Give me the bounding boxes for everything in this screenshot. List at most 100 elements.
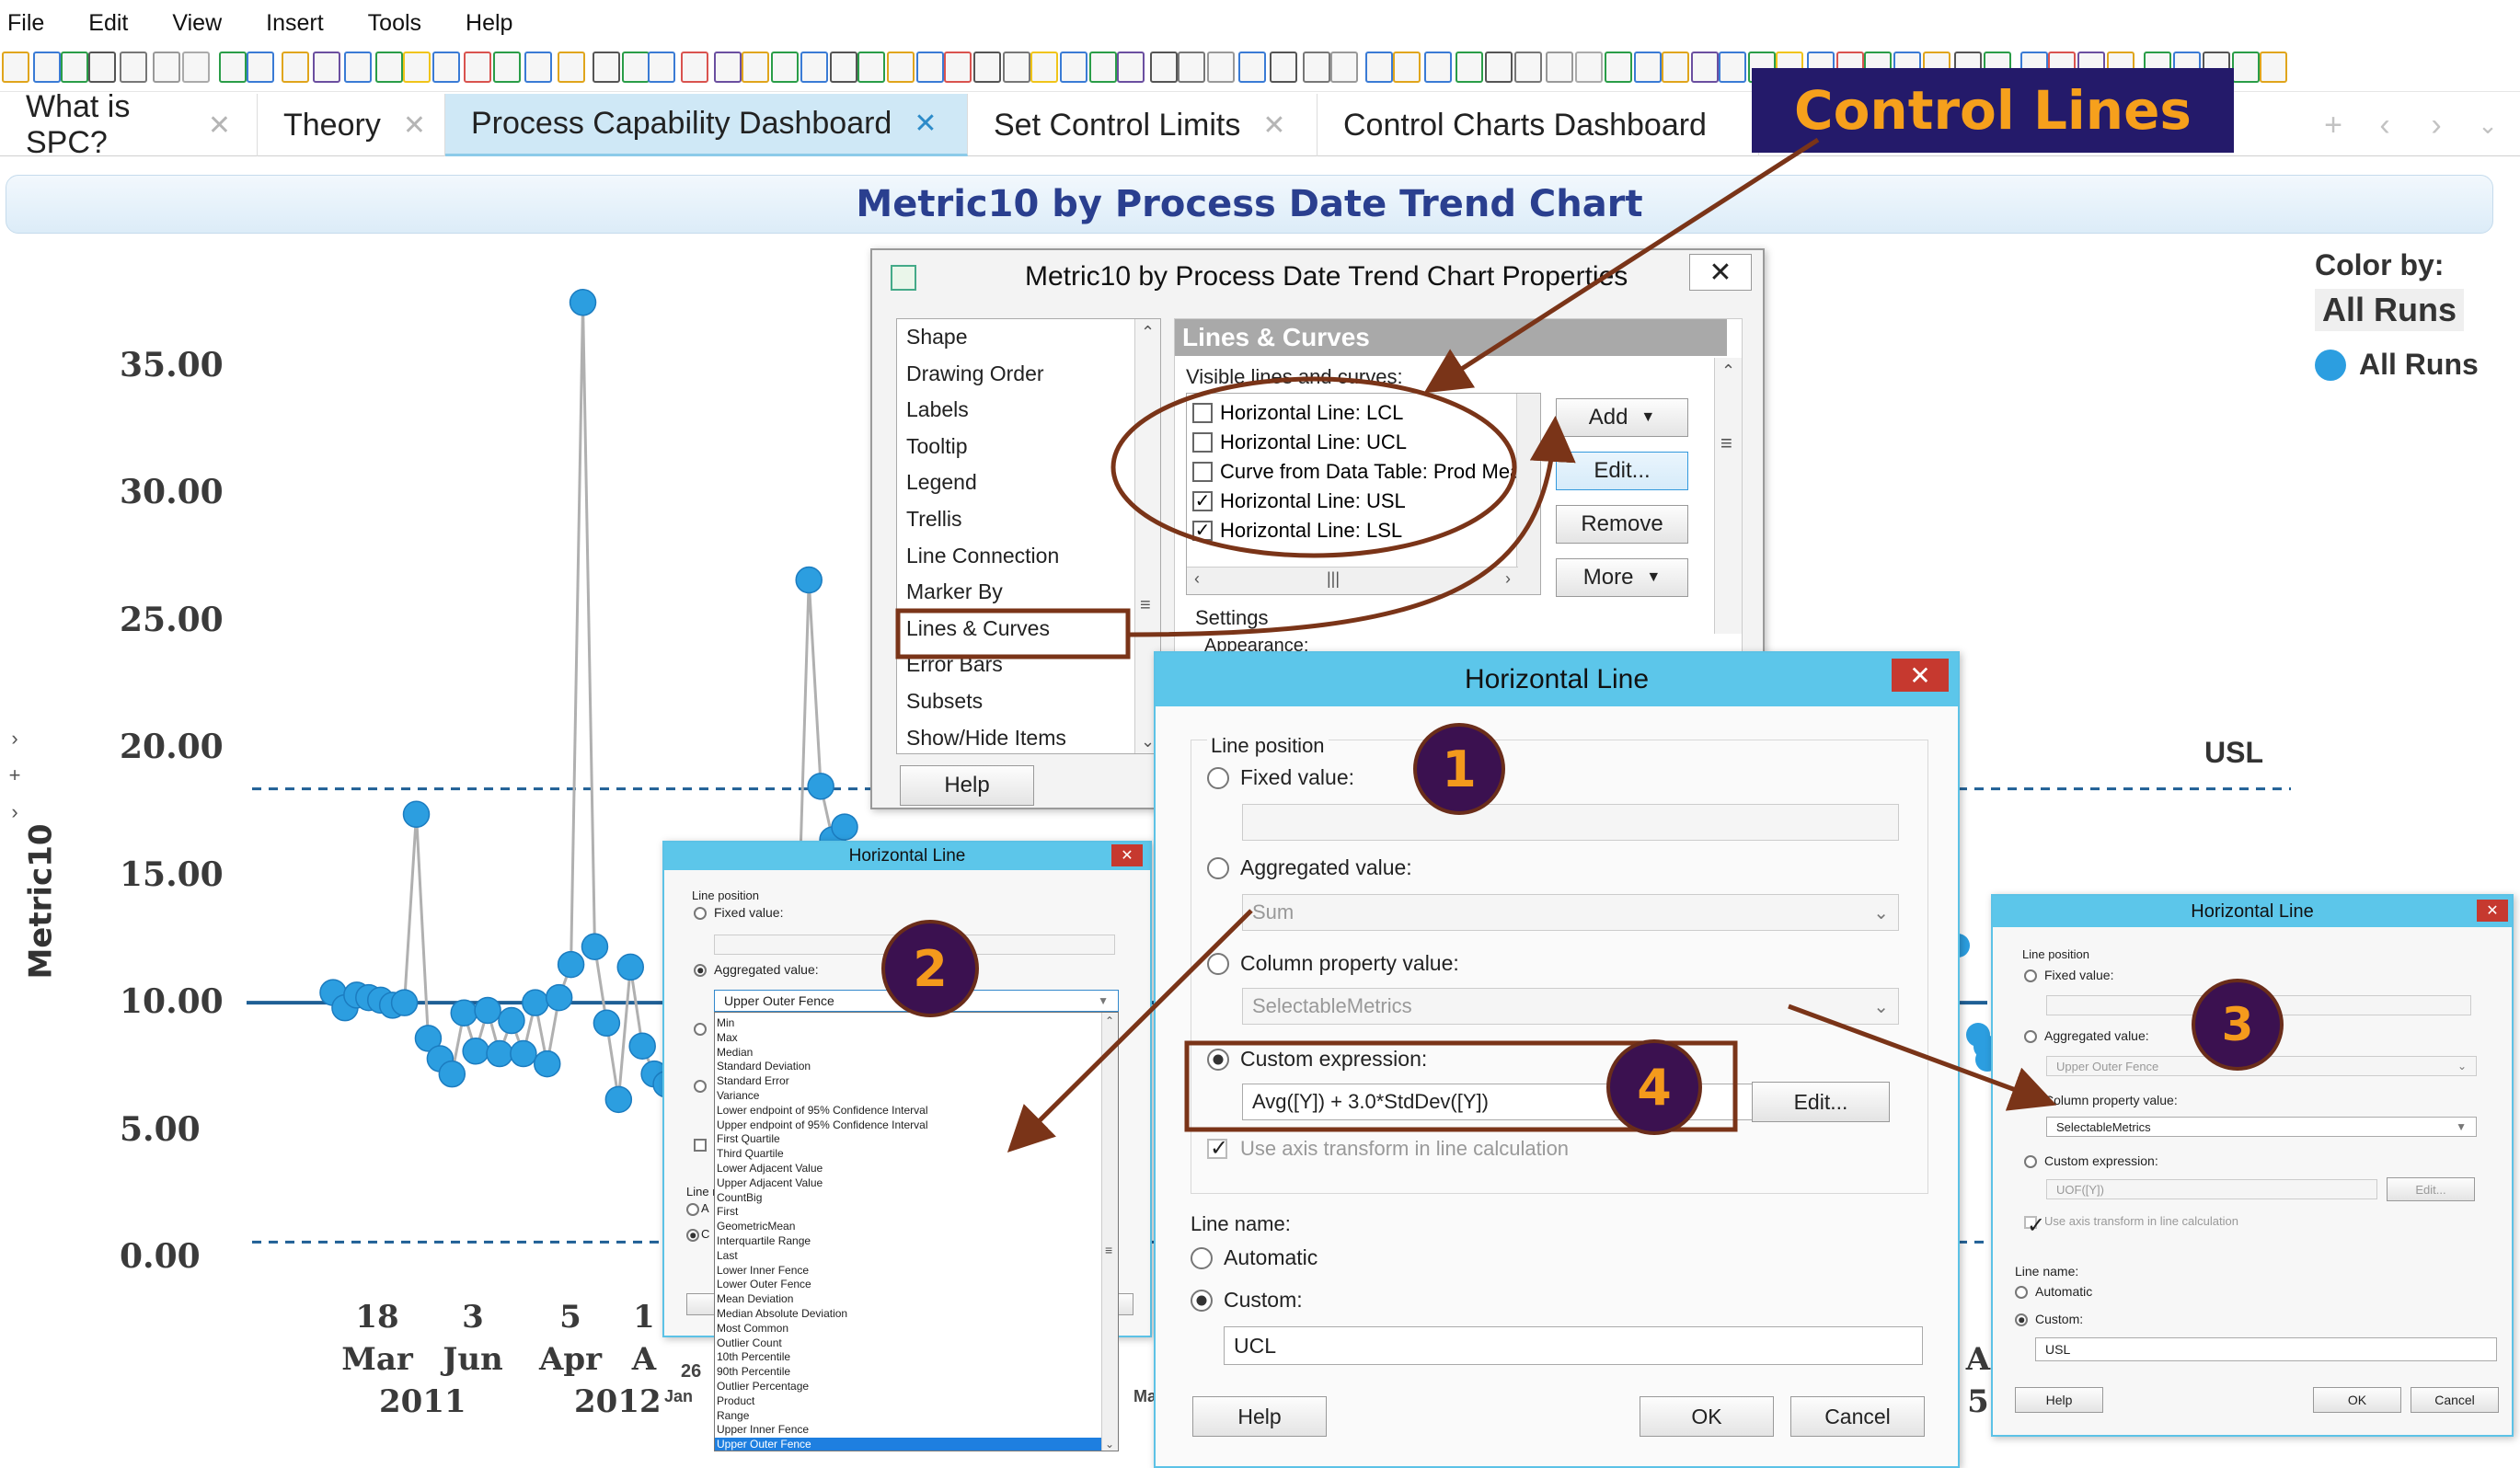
checkbox-icon[interactable] — [1192, 403, 1213, 423]
option-item[interactable]: First Quartile — [715, 1132, 1101, 1146]
option-item[interactable]: Lower Adjacent Value — [715, 1162, 1101, 1176]
data-point[interactable] — [402, 800, 431, 829]
aggregated-value-radio[interactable] — [1207, 857, 1229, 879]
option-item[interactable]: Most Common — [715, 1322, 1101, 1336]
nav-item[interactable]: Labels — [906, 397, 969, 422]
data-point[interactable] — [795, 566, 823, 594]
fixed-value-radio[interactable] — [2024, 969, 2037, 982]
add-button[interactable]: Add ▼ — [1556, 398, 1688, 437]
line-list-item[interactable]: ✓ Horizontal Line: USL — [1192, 487, 1406, 515]
axis-transform-checkbox[interactable] — [1207, 1135, 1228, 1162]
chevron-right-icon[interactable]: › — [0, 727, 29, 751]
option-item[interactable]: First — [715, 1205, 1101, 1219]
checkbox-checked-icon[interactable]: ✓ — [1192, 491, 1213, 511]
aggregated-value-radio[interactable] — [694, 964, 707, 977]
cancel-button[interactable]: Cancel — [1790, 1396, 1925, 1437]
option-item[interactable]: Outlier Count — [715, 1336, 1101, 1350]
fixed-value-radio[interactable] — [1207, 767, 1229, 789]
plus-icon[interactable]: + — [0, 763, 29, 787]
data-point[interactable] — [831, 813, 858, 841]
edit-expression-button[interactable]: Edit... — [1752, 1082, 1890, 1122]
data-point[interactable] — [390, 989, 419, 1016]
option-item[interactable]: Outlier Percentage — [715, 1380, 1101, 1393]
line-list-item[interactable]: Horizontal Line: LCL — [1192, 399, 1403, 427]
aggregated-value-radio[interactable] — [2024, 1030, 2037, 1043]
option-item[interactable]: Lower endpoint of 95% Confidence Interva… — [715, 1104, 1101, 1118]
data-point[interactable] — [498, 1006, 525, 1035]
list-scrollbar[interactable] — [1516, 394, 1540, 594]
column-property-select[interactable]: SelectableMetrics ▼ — [2046, 1117, 2477, 1137]
option-item[interactable]: Lower Outer Fence — [715, 1278, 1101, 1291]
data-point[interactable] — [604, 1085, 633, 1114]
custom-expression-input[interactable]: UOF([Y]) — [2046, 1179, 2377, 1199]
chevron-right-icon[interactable]: › — [1505, 569, 1511, 589]
checkbox-icon[interactable] — [1192, 462, 1213, 482]
option-item[interactable]: 90th Percentile — [715, 1365, 1101, 1379]
data-point[interactable] — [557, 950, 585, 979]
nav-item[interactable]: Line Connection — [906, 544, 1059, 568]
data-point[interactable] — [510, 1039, 537, 1068]
horizontal-scrollbar[interactable]: ‹ ||| › — [1187, 567, 1518, 594]
nav-item[interactable]: Drawing Order — [906, 361, 1044, 386]
option-item[interactable]: Median — [715, 1046, 1101, 1060]
option-item[interactable]: Mean Deviation — [715, 1292, 1101, 1306]
line-list-item[interactable]: Horizontal Line: UCL — [1192, 429, 1407, 456]
grip-icon[interactable]: ≡ — [1140, 595, 1151, 616]
column-property-radio[interactable] — [694, 1023, 707, 1036]
data-point[interactable] — [616, 953, 645, 981]
close-button[interactable]: ✕ — [1892, 659, 1949, 692]
nav-item[interactable]: Trellis — [906, 507, 961, 532]
data-point[interactable] — [486, 1039, 513, 1068]
automatic-radio[interactable] — [686, 1203, 699, 1216]
option-item[interactable]: Variance — [715, 1089, 1101, 1103]
option-item[interactable]: Product — [715, 1394, 1101, 1408]
option-item[interactable]: Standard Error — [715, 1074, 1101, 1088]
custom-name-radio[interactable] — [686, 1229, 699, 1242]
automatic-name-radio[interactable] — [2015, 1286, 2028, 1299]
grip-icon[interactable]: ≡ — [1720, 431, 1732, 455]
remove-button[interactable]: Remove — [1556, 505, 1688, 544]
option-item[interactable]: Lower Inner Fence — [715, 1264, 1101, 1278]
more-button[interactable]: More ▼ — [1556, 558, 1688, 597]
nav-item[interactable]: Error Bars — [906, 652, 1003, 677]
data-point[interactable] — [569, 289, 597, 316]
option-item[interactable]: Median Absolute Deviation — [715, 1307, 1101, 1321]
chevron-left-icon[interactable]: ‹ — [1194, 569, 1200, 589]
option-item[interactable]: Third Quartile — [715, 1147, 1101, 1161]
custom-name-radio[interactable] — [2015, 1313, 2028, 1326]
nav-item[interactable]: Shape — [906, 325, 968, 350]
fixed-value-input[interactable] — [1242, 804, 1899, 841]
data-point[interactable] — [450, 999, 478, 1026]
grip-icon[interactable]: ||| — [1327, 569, 1340, 589]
option-item[interactable]: Standard Deviation — [715, 1060, 1101, 1073]
data-point[interactable] — [807, 773, 834, 800]
close-button[interactable]: ✕ — [2477, 900, 2508, 922]
chevron-right-icon[interactable]: › — [0, 800, 29, 824]
edit-button[interactable]: Edit... — [1556, 452, 1688, 490]
chevron-down-icon[interactable]: ⌄ — [1141, 732, 1155, 751]
option-item[interactable]: Upper Outer Fence — [715, 1438, 1101, 1451]
aggregated-value-select[interactable]: Sum ⌄ — [1242, 894, 1899, 931]
option-item[interactable]: GeometricMean — [715, 1220, 1101, 1233]
checkbox-checked-icon[interactable]: ✓ — [1192, 521, 1213, 541]
data-point[interactable] — [593, 1009, 621, 1038]
edit-expression-button[interactable]: Edit... — [2387, 1177, 2475, 1201]
nav-item[interactable]: Tooltip — [906, 434, 967, 459]
option-item[interactable]: 10th Percentile — [715, 1350, 1101, 1364]
ok-button[interactable]: OK — [2313, 1387, 2401, 1413]
option-item[interactable]: CountBig — [715, 1191, 1101, 1205]
help-button[interactable]: Help — [900, 765, 1034, 806]
data-point[interactable] — [474, 996, 501, 1025]
line-name-input[interactable]: UCL — [1224, 1326, 1923, 1365]
close-button[interactable]: ✕ — [1689, 254, 1752, 291]
help-button[interactable]: Help — [2015, 1387, 2103, 1413]
chevron-up-icon[interactable]: ⌃ — [1141, 323, 1155, 342]
automatic-name-radio[interactable] — [1191, 1247, 1213, 1269]
line-list-item[interactable]: Curve from Data Table: Prod Mea — [1192, 458, 1521, 486]
option-item[interactable]: Range — [715, 1409, 1101, 1423]
option-item[interactable]: Last — [715, 1249, 1101, 1263]
line-list-item[interactable]: ✓ Horizontal Line: LSL — [1192, 517, 1402, 545]
axis-transform-checkbox[interactable] — [2024, 1212, 2045, 1239]
option-item[interactable]: Max — [715, 1031, 1101, 1045]
custom-expression-radio[interactable] — [2024, 1155, 2037, 1168]
